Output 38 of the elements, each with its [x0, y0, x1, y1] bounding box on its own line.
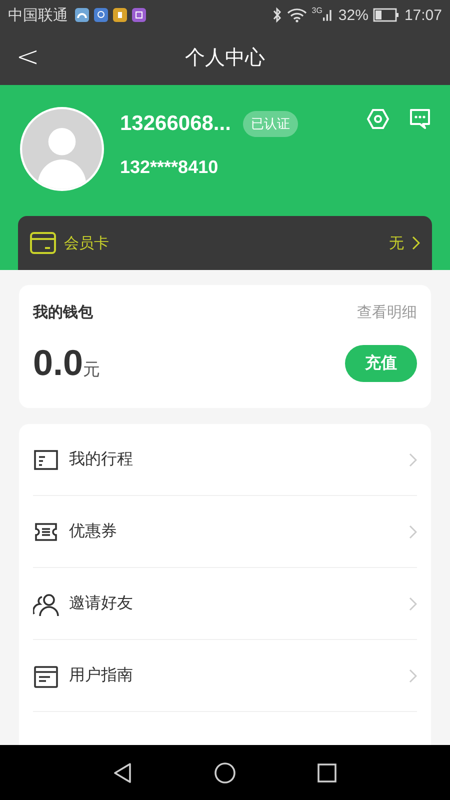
chevron-icon [409, 452, 417, 466]
menu-label: 我的行程 [69, 449, 133, 470]
menu-item[interactable]: 用户指南 [33, 640, 417, 712]
user-name: 13266068... [120, 112, 231, 136]
chevron-icon [409, 596, 417, 610]
home-nav-icon[interactable] [213, 760, 237, 784]
menu-label: 优惠券 [69, 521, 117, 542]
member-card-value: 无 [389, 234, 404, 252]
chevron-icon [409, 668, 417, 682]
chevron-icon [409, 524, 417, 538]
menu-label: 邀请好友 [69, 593, 133, 614]
menu-item[interactable]: 邀请好友 [33, 568, 417, 640]
signal-icon [323, 7, 334, 23]
menu-item[interactable]: 优惠券 [33, 496, 417, 568]
carrier-name: 中国联通 [8, 6, 68, 24]
clock: 17:07 [404, 6, 442, 24]
network-type: 3G [312, 6, 322, 15]
page-title: 个人中心 [185, 44, 265, 71]
notification-icon [113, 8, 127, 22]
member-card-row[interactable]: 会员卡 无 [18, 216, 432, 270]
card-icon [30, 232, 56, 254]
verified-badge: 已认证 [242, 111, 298, 137]
menu-label: 用户指南 [69, 665, 133, 686]
back-button[interactable]: < [10, 40, 46, 73]
bluetooth-icon [272, 7, 282, 23]
member-card-label: 会员卡 [64, 234, 109, 252]
menu-item[interactable]: 我的行程 [33, 424, 417, 496]
notification-icon [75, 8, 89, 22]
chevron-icon [412, 236, 420, 250]
battery-icon [373, 8, 400, 22]
recents-nav-icon[interactable] [315, 760, 339, 784]
notification-icon [94, 8, 108, 22]
phone-number: 132****8410 [120, 157, 220, 178]
wallet-title: 我的钱包 [33, 303, 93, 322]
balance-amount: 0.0元 [33, 342, 100, 384]
battery-percent: 32% [338, 6, 368, 24]
wifi-icon [286, 7, 307, 23]
notification-icon [132, 8, 146, 22]
